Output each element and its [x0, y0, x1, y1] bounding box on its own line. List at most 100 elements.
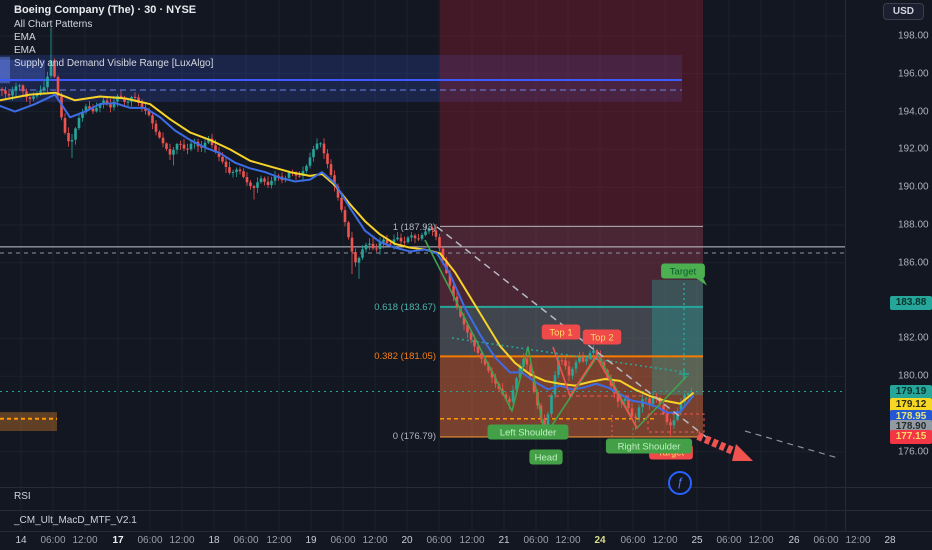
candle [246, 177, 249, 182]
candle [15, 86, 18, 90]
candle [582, 358, 585, 362]
pattern-label-left-shoulder[interactable]: Left Shoulder [488, 425, 569, 440]
candle [407, 238, 410, 243]
price-label-183.88: 183.88 [890, 296, 932, 310]
time-tick: 17 [112, 535, 123, 546]
currency-toggle-button[interactable]: USD [883, 3, 924, 20]
candle [305, 166, 308, 171]
fib-label[interactable]: 0.618 (183.67) [374, 302, 436, 313]
time-tick: 26 [788, 535, 799, 546]
candle [298, 176, 301, 177]
pattern-label-right-shoulder[interactable]: Right Shoulder [606, 439, 692, 454]
candle [351, 238, 354, 252]
time-tick: 14 [15, 535, 26, 546]
candle [361, 249, 364, 257]
candle [288, 172, 291, 178]
fib-label[interactable]: 0 (176.79) [393, 431, 436, 442]
fib-label[interactable]: 0.382 (181.05) [374, 351, 436, 362]
candle [564, 360, 567, 366]
price-tick: 182.00 [898, 333, 929, 344]
candle [410, 235, 413, 237]
candle [22, 85, 25, 91]
candle [263, 179, 266, 182]
pane-separator-macd[interactable] [0, 510, 932, 511]
pattern-label-top-1[interactable]: Top 1 [542, 325, 581, 340]
svg-text:Target: Target [670, 267, 697, 278]
candle [64, 118, 67, 133]
candle [239, 170, 242, 172]
time-tick: 12:00 [266, 535, 291, 546]
candle [225, 162, 228, 167]
candle [347, 222, 350, 237]
target-zone [652, 280, 703, 395]
candle [508, 399, 511, 402]
time-tick: 28 [884, 535, 895, 546]
candle [578, 358, 581, 363]
time-tick: 06:00 [523, 535, 548, 546]
price-tick: 198.00 [898, 31, 929, 42]
price-chart-pane[interactable]: Left Shoulder Head Top 1 Top 2 Target Right S… [0, 0, 845, 531]
candle [526, 359, 529, 365]
candle [270, 181, 273, 185]
candle [71, 140, 74, 141]
candle [368, 244, 371, 245]
time-tick: 19 [305, 535, 316, 546]
trendline-dashed-lower[interactable] [745, 431, 838, 458]
price-label-177.15: 177.15 [890, 430, 932, 444]
candle [344, 210, 347, 222]
price-tick: 192.00 [898, 144, 929, 155]
candle [29, 97, 32, 99]
time-tick: 21 [498, 535, 509, 546]
fib-label[interactable]: 1 (187.93) [393, 222, 436, 233]
candle [417, 238, 420, 239]
candle [638, 407, 641, 417]
target-arrow[interactable] [698, 436, 738, 453]
macd-pane-label[interactable]: _CM_Ult_MacD_MTF_V2.1 [14, 515, 137, 526]
candle [316, 144, 319, 149]
svg-text:Head: Head [535, 453, 558, 464]
time-tick: 20 [401, 535, 412, 546]
rsi-pane-label[interactable]: RSI [14, 491, 31, 502]
candle [312, 149, 315, 157]
indicator-ema-2[interactable]: EMA [14, 44, 213, 57]
indicator-ema-1[interactable]: EMA [14, 31, 213, 44]
candle [550, 395, 553, 414]
pattern-label-head[interactable]: Head [529, 450, 562, 465]
candle [666, 414, 669, 422]
price-tick: 196.00 [898, 68, 929, 79]
pane-separator-rsi[interactable] [0, 487, 932, 488]
symbol-title[interactable]: Boeing Company (The) · 30 · NYSE [14, 4, 213, 17]
svg-text:Top 2: Top 2 [590, 333, 613, 344]
time-tick: 12:00 [748, 535, 773, 546]
candle [687, 394, 690, 395]
candle [319, 143, 322, 144]
candle [323, 144, 326, 154]
pattern-label-top-2[interactable]: Top 2 [583, 330, 622, 345]
candle [260, 178, 263, 182]
candle [592, 350, 595, 353]
boost-icon[interactable]: ƒ [668, 471, 692, 495]
candle [389, 243, 392, 244]
time-tick: 06:00 [40, 535, 65, 546]
price-axis[interactable]: 198.00196.00194.00192.00190.00188.00186.… [846, 0, 932, 531]
candle [585, 359, 588, 362]
candle [309, 157, 312, 165]
candle [645, 398, 648, 399]
indicator-all-chart-patterns[interactable]: All Chart Patterns [14, 18, 213, 31]
candle [221, 157, 224, 162]
time-tick: 25 [691, 535, 702, 546]
candle [235, 170, 238, 172]
time-tick: 12:00 [845, 535, 870, 546]
candle [43, 87, 46, 90]
indicator-supply-demand[interactable]: Supply and Demand Visible Range [LuxAlgo… [14, 57, 213, 70]
time-axis[interactable]: 1406:0012:001706:0012:001806:0012:001906… [0, 532, 932, 550]
candle [4, 91, 7, 94]
candle [158, 132, 161, 138]
candle [67, 133, 70, 141]
price-tick: 176.00 [898, 446, 929, 457]
time-tick: 18 [208, 535, 219, 546]
candle [172, 150, 175, 155]
candle [330, 164, 333, 175]
price-tick: 194.00 [898, 106, 929, 117]
candle [109, 104, 112, 107]
